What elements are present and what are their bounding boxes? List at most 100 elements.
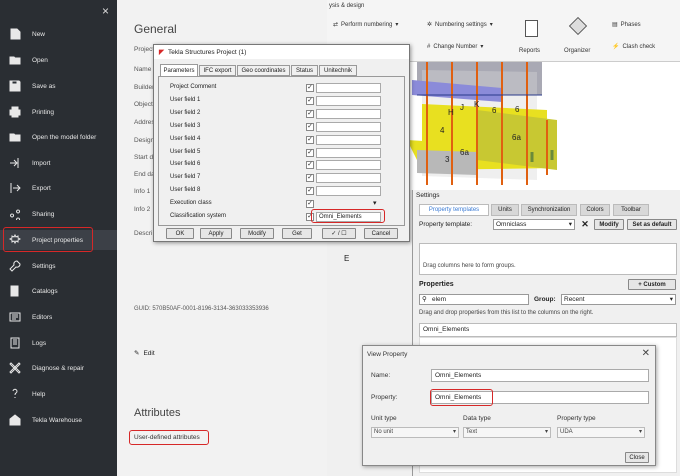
numbering-settings-button[interactable]: ✲ Numbering settings ▾ [427, 21, 493, 29]
menu-item-editors[interactable]: Editors [0, 307, 117, 327]
apply-button[interactable]: Apply [200, 228, 232, 239]
field-input[interactable] [316, 173, 381, 184]
export-icon [8, 182, 22, 194]
reports-button[interactable]: Reports [519, 48, 540, 54]
field-checkbox[interactable]: ✓ [306, 122, 314, 131]
field-input[interactable] [316, 134, 381, 145]
reports-icon [525, 20, 538, 37]
ribbon-tab-title[interactable]: ysis & design [329, 3, 364, 9]
modify-template-button[interactable]: Modify [594, 219, 624, 230]
property-template-select[interactable]: Omniclass ▾ [493, 219, 575, 230]
number-icon: # [427, 43, 431, 50]
unit-type-select[interactable]: No unit ▾ [371, 427, 459, 438]
field-checkbox[interactable]: ✓ [306, 187, 314, 196]
general-field-label: Object [134, 101, 153, 108]
change-number-button[interactable]: # Change Number ▾ [427, 43, 483, 51]
group-select[interactable]: Recent ▾ [561, 294, 676, 305]
dialog-titlebar[interactable]: ◤ Tekla Structures Project (1) [154, 45, 409, 59]
menu-item-settings[interactable]: Settings [0, 256, 117, 276]
property-list-item[interactable]: Omni_Elements [419, 323, 677, 337]
field-checkbox[interactable]: ✓ [306, 135, 314, 144]
property-search-input[interactable]: ⚲ elem [419, 294, 529, 305]
grid-label: 6a [512, 133, 521, 142]
field-input[interactable] [316, 186, 381, 197]
settings-tab-toolbar[interactable]: Toolbar [613, 204, 649, 216]
menu-item-new[interactable]: New [0, 24, 117, 44]
set-as-default-button[interactable]: Set as default [627, 219, 677, 230]
settings-tab-units[interactable]: Units [491, 204, 519, 216]
group-drop-area[interactable] [419, 243, 677, 275]
menu-item-open[interactable]: Open [0, 50, 117, 70]
field-input[interactable] [316, 160, 381, 171]
menu-item-logs[interactable]: Logs [0, 333, 117, 353]
field-label: User field 3 [170, 122, 201, 129]
get-button[interactable]: Get [282, 228, 312, 239]
menu-item-help[interactable]: Help [0, 384, 117, 404]
field-label: User field 5 [170, 148, 201, 155]
import-icon [8, 157, 22, 169]
property-type-select[interactable]: UDA ▾ [557, 427, 645, 438]
drag-properties-hint: Drag and drop properties from this list … [419, 310, 594, 316]
field-checkbox[interactable]: ✓ [306, 148, 314, 157]
general-field-label: Name [134, 66, 152, 73]
custom-button[interactable]: + Custom [628, 279, 676, 290]
grid-label: K [474, 100, 480, 109]
modify-button[interactable]: Modify [240, 228, 274, 239]
field-checkbox[interactable]: ✓ [306, 161, 314, 170]
phases-button[interactable]: ▤ Phases [612, 21, 641, 29]
menu-item-diagnose-repair[interactable]: Diagnose & repair [0, 358, 117, 378]
tab-geo-coordinates[interactable]: Geo coordinates [237, 65, 290, 76]
view-property-dialog: View Property ✕ Name: Omni_Elements Prop… [362, 345, 656, 466]
folder-icon [8, 54, 22, 66]
cancel-button[interactable]: Cancel [364, 228, 398, 239]
field-checkbox[interactable]: ✓ [306, 109, 314, 118]
perform-numbering-button[interactable]: ⇄ Perform numbering ▾ [333, 21, 398, 29]
close-icon[interactable]: ✕ [642, 348, 650, 359]
menu-item-save-as[interactable]: Save as [0, 76, 117, 96]
field-input[interactable] [316, 121, 381, 132]
unit-type-label: Unit type [371, 415, 397, 422]
general-field-label: Info 1 [134, 188, 151, 195]
menu-item-label: Save as [32, 82, 56, 90]
edit-button[interactable]: ✎ Edit [134, 349, 155, 358]
chevron-down-icon[interactable]: ▾ [373, 199, 377, 207]
field-checkbox[interactable]: ✓ [306, 174, 314, 183]
field-checkbox[interactable]: ✓ [306, 96, 314, 105]
field-label: Classification system [170, 213, 227, 219]
settings-tab-synchronization[interactable]: Synchronization [521, 204, 577, 216]
menu-item-printing[interactable]: Printing [0, 102, 117, 122]
tab-parameters[interactable]: Parameters [160, 64, 198, 76]
name-field[interactable]: Omni_Elements [431, 369, 649, 382]
menu-item-export[interactable]: Export [0, 178, 117, 198]
tab-status[interactable]: Status [291, 65, 318, 76]
gear-icon: ✲ [427, 22, 433, 28]
field-input[interactable] [316, 108, 381, 119]
close-menu-button[interactable]: × [102, 4, 109, 18]
field-checkbox[interactable]: ✓ [306, 84, 314, 92]
toggle-all-button[interactable]: ✓ / ☐ [322, 228, 356, 239]
ok-button[interactable]: OK [166, 228, 194, 239]
clash-check-button[interactable]: ⚡ Clash check [612, 43, 655, 51]
settings-tab-colors[interactable]: Colors [580, 204, 610, 216]
field-checkbox[interactable]: ✓ [306, 200, 314, 209]
tab-unitechnik[interactable]: Unitechnik [319, 65, 357, 76]
chevron-down-icon: ▾ [669, 296, 673, 303]
close-button[interactable]: Close [625, 452, 649, 463]
organizer-button[interactable]: Organizer [564, 48, 590, 54]
menu-item-catalogs[interactable]: Catalogs [0, 281, 117, 301]
grid-label: E [344, 254, 350, 263]
dialog-title: Tekla Structures Project (1) [168, 48, 247, 56]
field-input[interactable] [316, 95, 381, 106]
menu-item-import[interactable]: Import [0, 153, 117, 173]
delete-icon[interactable]: ✕ [579, 219, 591, 230]
field-input[interactable] [316, 147, 381, 158]
menu-item-sharing[interactable]: Sharing [0, 204, 117, 224]
menu-item-tekla-warehouse[interactable]: Tekla Warehouse [0, 410, 117, 430]
settings-tab-property-templates[interactable]: Property templates [419, 204, 489, 216]
data-type-select[interactable]: Text ▾ [463, 427, 551, 438]
property-label: Property: [371, 394, 398, 401]
tab-ifc-export[interactable]: IFC export [199, 65, 236, 76]
field-input[interactable] [316, 83, 381, 93]
menu-item-open-the-model-folder[interactable]: Open the model folder [0, 127, 117, 147]
field-label: User field 6 [170, 161, 201, 168]
